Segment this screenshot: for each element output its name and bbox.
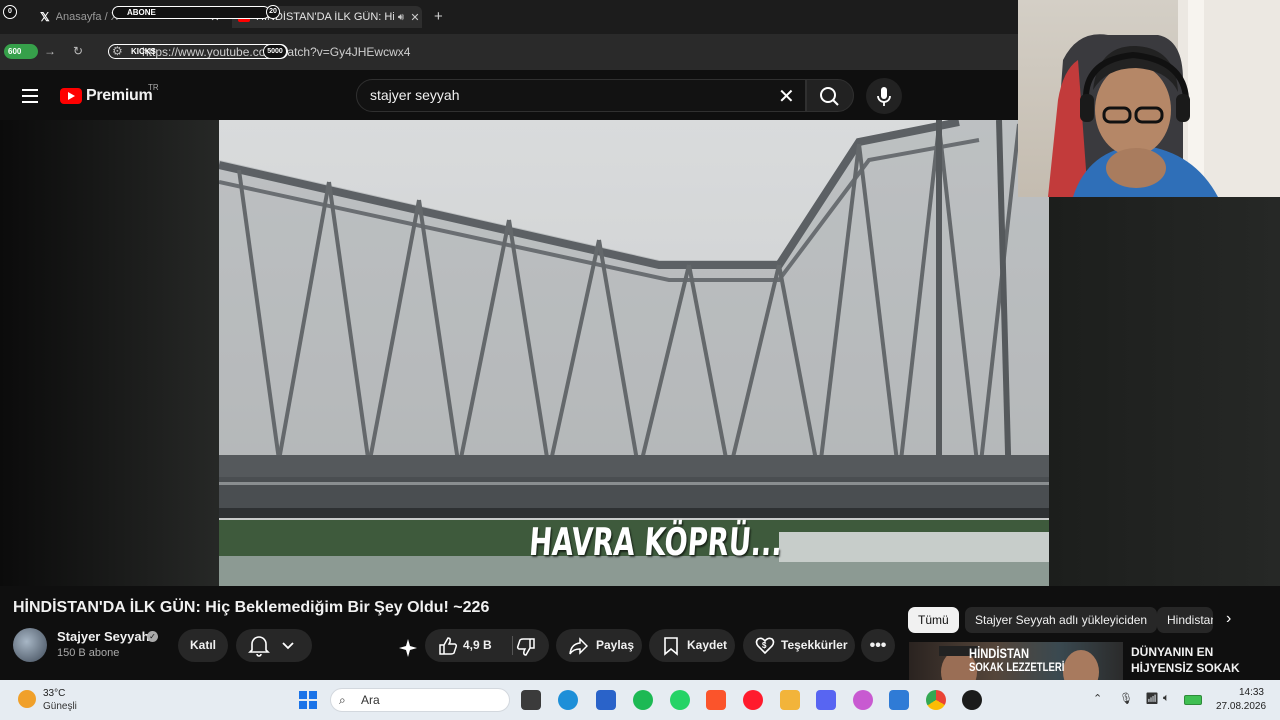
file-manager-icon[interactable] bbox=[521, 690, 541, 710]
tray-overflow-icon[interactable]: ⌃ bbox=[1093, 692, 1102, 705]
webcam-overlay bbox=[1018, 0, 1280, 197]
wifi-icon[interactable]: 📶︎ bbox=[1145, 692, 1159, 705]
thanks-button[interactable]: $ Teşekkürler bbox=[743, 629, 855, 662]
new-tab-button[interactable]: + bbox=[434, 8, 443, 25]
chip-from-uploader[interactable]: Stajyer Seyyah adlı yükleyiciden bbox=[965, 607, 1158, 633]
more-actions-button[interactable]: ••• bbox=[861, 629, 895, 662]
app-icon[interactable] bbox=[596, 690, 616, 710]
chip-hindistan[interactable]: Hindistan bbox=[1157, 607, 1213, 633]
edge-browser-icon[interactable] bbox=[558, 690, 578, 710]
youtube-logo-icon[interactable] bbox=[60, 88, 82, 104]
voice-search-button[interactable] bbox=[866, 78, 902, 114]
recommended-title-line: DÜNYANIN EN bbox=[1131, 645, 1214, 659]
like-count: 4,9 B bbox=[463, 638, 492, 652]
save-label: Kaydet bbox=[687, 638, 728, 652]
search-icon bbox=[820, 87, 839, 106]
brave-browser-icon[interactable] bbox=[706, 690, 726, 710]
sparkle-icon[interactable] bbox=[398, 638, 418, 663]
microphone-icon bbox=[877, 87, 891, 106]
like-divider bbox=[512, 636, 513, 655]
subscription-bell-button[interactable] bbox=[236, 629, 312, 662]
battery-icon[interactable] bbox=[1184, 695, 1202, 705]
save-button[interactable]: Kaydet bbox=[649, 629, 735, 662]
bridge-video-frame bbox=[219, 120, 1049, 586]
overlay-left-counter: 0 bbox=[3, 5, 17, 19]
join-button[interactable]: Katıl bbox=[178, 629, 228, 662]
opera-gx-icon[interactable] bbox=[853, 690, 873, 710]
taskbar-search-placeholder: Ara bbox=[361, 693, 380, 707]
thumbnail-caption-line: HİNDİSTAN bbox=[969, 645, 1030, 661]
search-input[interactable]: stajyer seyyah bbox=[356, 79, 806, 112]
like-icon[interactable] bbox=[438, 636, 458, 656]
recording-app-icon[interactable] bbox=[962, 690, 982, 710]
bell-icon bbox=[248, 636, 294, 657]
share-label: Paylaş bbox=[596, 638, 635, 652]
webcam-feed bbox=[1048, 0, 1280, 197]
outlook-icon[interactable] bbox=[889, 690, 909, 710]
search-icon: ⌕ bbox=[339, 693, 346, 707]
svg-text:$: $ bbox=[762, 641, 767, 650]
chip-all[interactable]: Tümü bbox=[908, 607, 959, 633]
folder-icon[interactable] bbox=[780, 690, 800, 710]
opera-icon[interactable] bbox=[743, 690, 763, 710]
volume-icon[interactable]: 🔈︎ bbox=[1163, 692, 1170, 705]
video-title: HİNDİSTAN'DA İLK GÜN: Hiç Beklemediğim B… bbox=[13, 599, 490, 616]
overlay-abone-bar: ABONE bbox=[112, 6, 270, 19]
whatsapp-icon[interactable] bbox=[670, 690, 690, 710]
spotify-icon[interactable] bbox=[633, 690, 653, 710]
microphone-tray-icon[interactable]: 🎙︎ bbox=[1119, 692, 1133, 705]
reload-icon[interactable]: ↻ bbox=[73, 44, 83, 58]
taskbar-search[interactable]: ⌕ Ara bbox=[330, 688, 510, 712]
overlay-kicks-goal: 5000 bbox=[263, 44, 287, 59]
chevron-right-icon[interactable]: › bbox=[1226, 610, 1231, 628]
discord-icon[interactable] bbox=[816, 690, 836, 710]
verified-check-icon: ✓ bbox=[147, 631, 158, 642]
recommended-title[interactable]: DÜNYANIN EN HİJYENSİZ SOKAK bbox=[1131, 644, 1240, 676]
recommended-title-line: HİJYENSİZ SOKAK bbox=[1131, 661, 1240, 675]
menu-icon[interactable] bbox=[22, 89, 38, 103]
x-logo-icon: 𝕏 bbox=[40, 10, 50, 24]
share-icon bbox=[569, 637, 588, 655]
channel-name[interactable]: Stajyer Seyyah bbox=[57, 629, 150, 644]
dislike-icon[interactable] bbox=[516, 637, 536, 657]
forward-icon[interactable]: → bbox=[44, 44, 56, 58]
overlay-kicks-bar: KICKS bbox=[108, 44, 288, 59]
weather-condition[interactable]: Güneşli bbox=[43, 701, 77, 712]
heart-dollar-icon: $ bbox=[755, 637, 775, 655]
video-player[interactable]: HAVRA KÖPRÜ... bbox=[219, 120, 1049, 586]
region-code: TR bbox=[148, 83, 159, 92]
thumbnail-caption: HİNDİSTAN SOKAK LEZZETLERİ bbox=[969, 646, 1064, 674]
channel-avatar[interactable] bbox=[13, 628, 47, 662]
like-dislike-group: 4,9 B bbox=[425, 629, 549, 662]
subscriber-count: 150 B abone bbox=[57, 647, 120, 659]
screen: { "browser": { "tabs": [ {"label": "Anas… bbox=[0, 0, 1280, 720]
chrome-icon[interactable] bbox=[926, 690, 946, 710]
clock-time: 14:33 bbox=[1238, 687, 1264, 698]
thumbnail-caption-line: SOKAK LEZZETLERİ bbox=[969, 660, 1065, 674]
video-caption-text: HAVRA KÖPRÜ... bbox=[527, 520, 784, 564]
overlay-abone-count: 20 bbox=[266, 5, 280, 19]
system-clock[interactable]: 14:33 27.08.2026 bbox=[1216, 686, 1267, 714]
bookmark-icon bbox=[664, 637, 678, 656]
temperature[interactable]: 33°C bbox=[43, 688, 65, 699]
share-button[interactable]: Paylaş bbox=[556, 629, 642, 662]
overlay-green-counter: 600 bbox=[4, 44, 38, 59]
windows-start-icon[interactable] bbox=[299, 691, 317, 709]
youtube-logo-text[interactable]: Premium bbox=[86, 87, 153, 105]
clock-date: 27.08.2026 bbox=[1216, 701, 1267, 712]
sun-weather-icon[interactable] bbox=[18, 690, 36, 708]
speaker-icon[interactable]: 🔊︎ bbox=[394, 12, 408, 23]
search-button[interactable] bbox=[806, 79, 854, 112]
thanks-label: Teşekkürler bbox=[781, 638, 848, 652]
clear-search-icon[interactable]: ✕ bbox=[778, 84, 795, 109]
close-tab-icon[interactable]: ✕ bbox=[408, 11, 422, 24]
